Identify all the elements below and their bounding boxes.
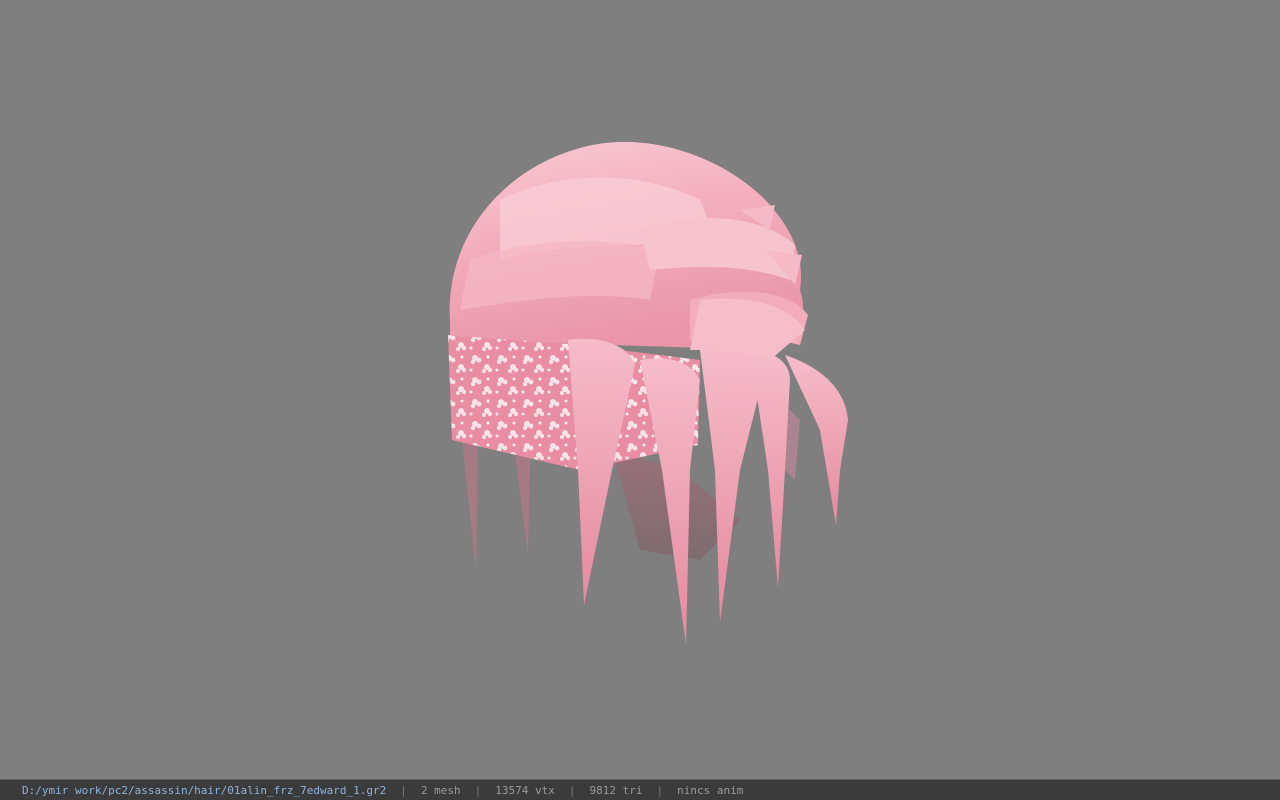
separator: | <box>474 783 482 797</box>
3d-viewport[interactable] <box>0 0 1280 779</box>
animation-status-text: nincs anim <box>677 783 744 797</box>
triangle-count-text: 9812 tri <box>589 783 643 797</box>
separator: | <box>568 783 576 797</box>
separator: | <box>656 783 664 797</box>
status-bar: D:/ymir work/pc2/assassin/hair/01alin_fr… <box>0 779 1280 800</box>
front-strands <box>568 298 848 645</box>
hair-model-render[interactable] <box>0 0 1280 779</box>
separator: | <box>400 783 407 797</box>
file-path-text: D:/ymir work/pc2/assassin/hair/01alin_fr… <box>22 783 387 797</box>
mesh-count-text: 2 mesh <box>420 783 461 797</box>
vertex-count-text: 13574 vtx <box>495 783 555 797</box>
